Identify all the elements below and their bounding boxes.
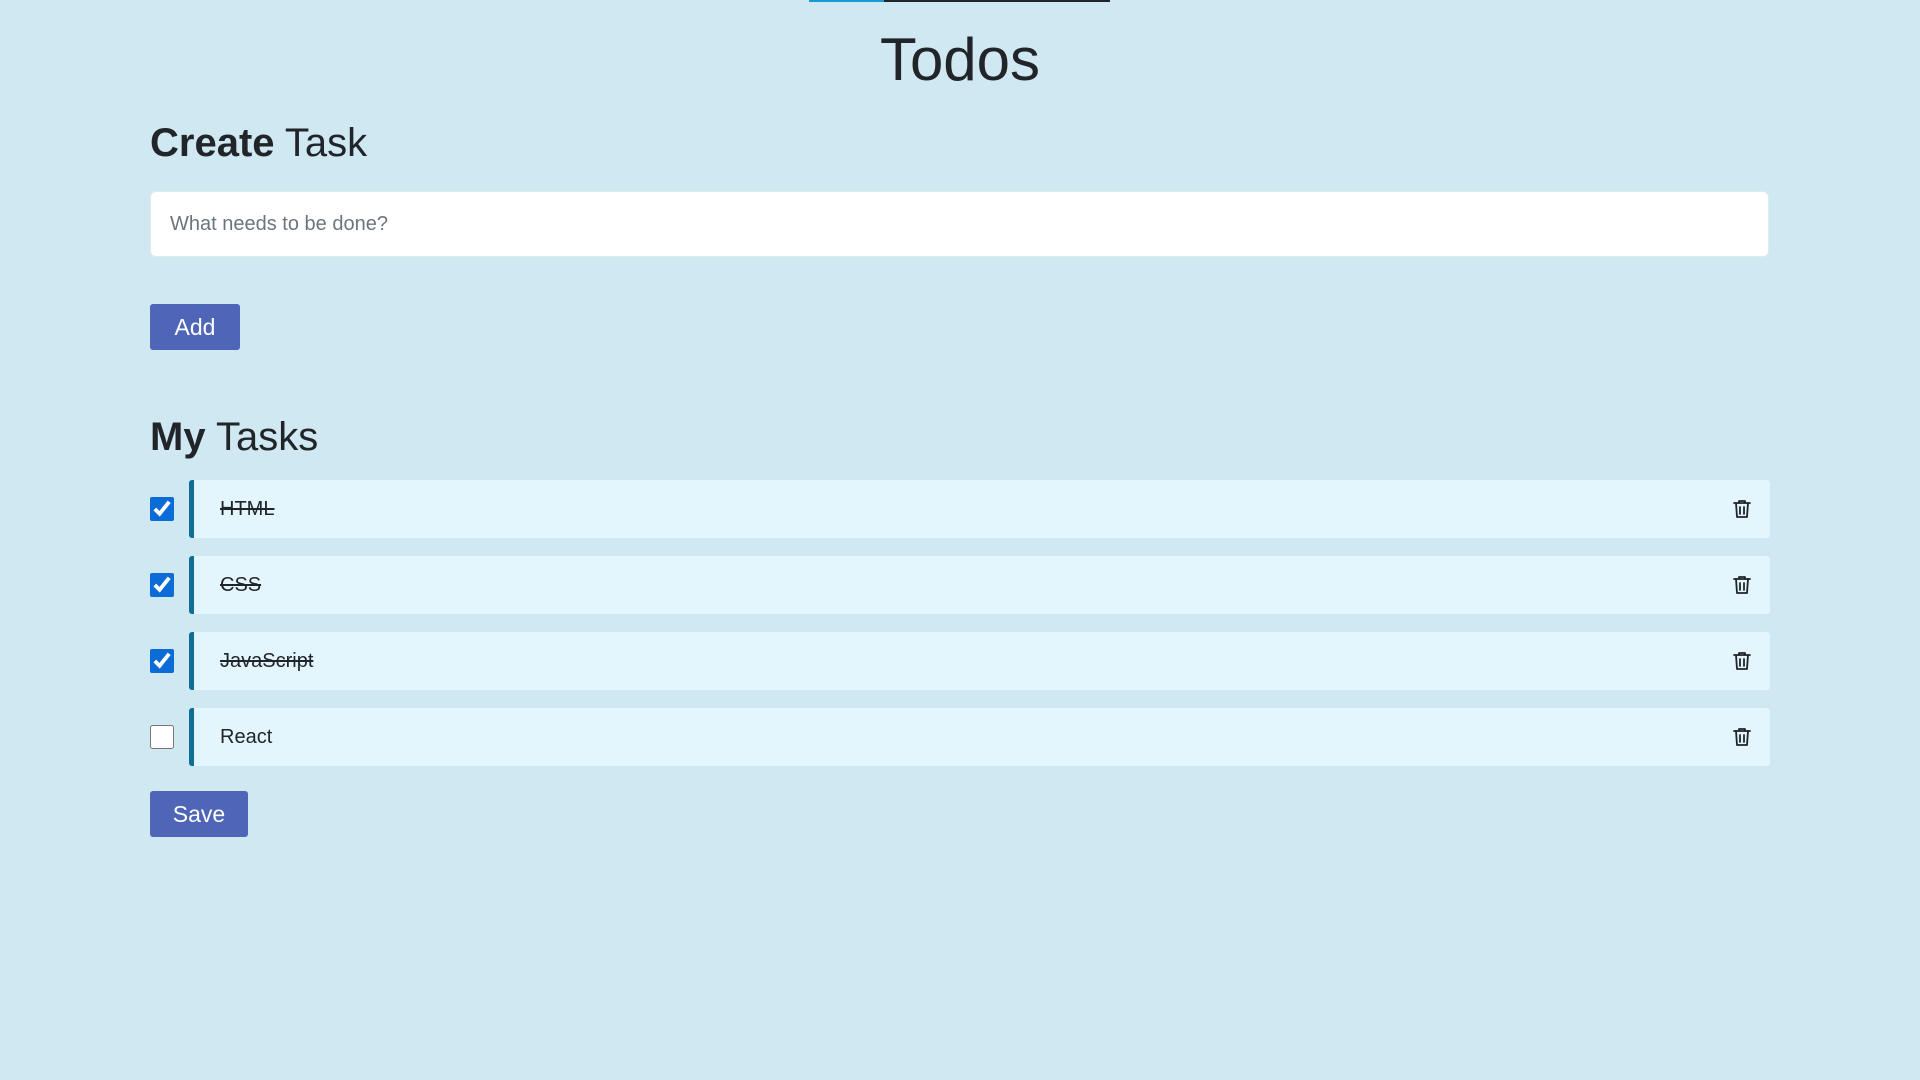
- task-row: React: [150, 708, 1770, 766]
- create-task-heading-rest: Task: [274, 121, 368, 165]
- task-row: CSS: [150, 556, 1770, 614]
- task-name: HTML: [220, 498, 275, 520]
- create-task-heading: Create Task: [150, 119, 367, 167]
- save-button[interactable]: Save: [150, 791, 248, 837]
- my-tasks-heading-strong: My: [150, 415, 206, 459]
- create-task-heading-strong: Create: [150, 121, 275, 165]
- trash-icon[interactable]: [1730, 649, 1754, 673]
- task-row: JavaScript: [150, 632, 1770, 690]
- task-name: JavaScript: [220, 650, 314, 672]
- progress-bar-fill: [809, 0, 885, 2]
- task-card: React: [189, 708, 1770, 766]
- new-task-input[interactable]: [150, 191, 1769, 257]
- progress-bar: [809, 0, 1110, 2]
- page-title: Todos: [879, 26, 1041, 93]
- trash-icon[interactable]: [1730, 725, 1754, 749]
- my-tasks-heading-rest: Tasks: [205, 415, 319, 459]
- task-checkbox[interactable]: [150, 573, 174, 597]
- add-button[interactable]: Add: [150, 304, 240, 350]
- task-checkbox[interactable]: [150, 497, 174, 521]
- task-card: CSS: [189, 556, 1770, 614]
- task-card: HTML: [189, 480, 1770, 538]
- task-row: HTML: [150, 480, 1770, 538]
- task-checkbox[interactable]: [150, 725, 174, 749]
- task-name: CSS: [220, 574, 262, 596]
- my-tasks-heading: My Tasks: [150, 413, 318, 461]
- task-checkbox[interactable]: [150, 649, 174, 673]
- task-list: HTML CSS JavaScript React: [150, 480, 1770, 784]
- task-card: JavaScript: [189, 632, 1770, 690]
- trash-icon[interactable]: [1730, 497, 1754, 521]
- task-name: React: [220, 726, 273, 748]
- trash-icon[interactable]: [1730, 573, 1754, 597]
